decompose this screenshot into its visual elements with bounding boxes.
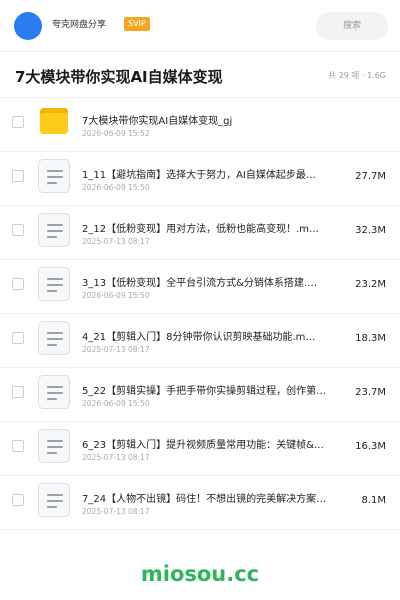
list-item-folder[interactable]: 7大模块带你实现AI自媒体变现_gj 2026-06-09 15:52 [0,98,400,152]
list-item[interactable]: 2_12【低粉变现】用对方法，低粉也能高变现！.m… 2025-07-13 08… [0,206,400,260]
item-count-size: 共 29 项 · 1.6G [328,71,386,80]
row-checkbox[interactable] [12,116,24,128]
file-name: 7_24【人物不出镜】码住！不想出镜的完美解决方案… [82,494,327,505]
file-name: 5_22【剪辑实操】手把手带你实操剪辑过程，创作第… [82,386,327,397]
list-item[interactable]: 4_21【剪辑入门】8分钟带你认识剪映基础功能.m… 2025-07-13 08… [0,314,400,368]
list-item[interactable]: 5_22【剪辑实操】手把手带你实操剪辑过程，创作第… 2026-06-09 15… [0,368,400,422]
file-size: 8.1M [361,495,386,506]
list-item[interactable]: 3_13【低粉变现】全平台引流方式&分销体系搭建.… 2026-06-09 15… [0,260,400,314]
file-date: 2025-07-13 08:17 [82,237,150,246]
watermark-text: miosou.cc [140,562,260,586]
file-name: 1_11【避坑指南】选择大于努力，AI自媒体起步最… [82,170,316,181]
file-size: 16.3M [355,441,386,452]
file-size: 18.3M [355,333,386,344]
page-title: 7大模块带你实现AI自媒体变现 [15,68,223,86]
file-name: 2_12【低粉变现】用对方法，低粉也能高变现！.m… [82,224,320,235]
row-checkbox[interactable] [12,278,24,290]
file-name: 6_23【剪辑入门】提升视频质量常用功能：关键帧&… [82,440,324,451]
file-list: 7大模块带你实现AI自媒体变现_gj 2026-06-09 15:52 1_11… [0,98,400,530]
folder-icon [40,108,68,134]
file-date: 2026-06-09 15:50 [82,291,150,300]
file-date: 2025-07-13 08:17 [82,345,150,354]
header-bar: 夸克网盘分享 SVIP 搜索 [0,0,400,52]
list-item[interactable]: 7_24【人物不出镜】码住！不想出镜的完美解决方案… 2025-07-13 08… [0,476,400,530]
file-name: 4_21【剪辑入门】8分钟带你认识剪映基础功能.m… [82,332,316,343]
file-date: 2025-07-13 08:17 [82,453,150,462]
list-item[interactable]: 6_23【剪辑入门】提升视频质量常用功能：关键帧&… 2025-07-13 08… [0,422,400,476]
document-icon [38,267,70,301]
file-date: 2026-06-09 15:52 [82,129,150,138]
document-icon [38,429,70,463]
list-item[interactable]: 1_11【避坑指南】选择大于努力，AI自媒体起步最… 2026-06-09 15… [0,152,400,206]
row-checkbox[interactable] [12,386,24,398]
document-icon [38,321,70,355]
row-checkbox[interactable] [12,224,24,236]
file-size: 27.7M [355,171,386,182]
row-checkbox[interactable] [12,494,24,506]
document-icon [38,375,70,409]
file-date: 2026-06-09 15:50 [82,399,150,408]
file-size: 32.3M [355,225,386,236]
document-icon [38,213,70,247]
file-size: 23.2M [355,279,386,290]
search-button[interactable]: 搜索 [316,12,388,40]
svip-badge: SVIP [124,17,150,31]
row-checkbox[interactable] [12,332,24,344]
document-icon [38,483,70,517]
row-checkbox[interactable] [12,170,24,182]
document-icon [38,159,70,193]
title-row: 7大模块带你实现AI自媒体变现 共 29 项 · 1.6G [0,52,400,98]
file-date: 2025-07-13 08:17 [82,507,150,516]
file-name: 7大模块带你实现AI自媒体变现_gj [82,116,233,127]
file-date: 2026-06-09 15:50 [82,183,150,192]
avatar[interactable] [14,12,42,40]
file-name: 3_13【低粉变现】全平台引流方式&分销体系搭建.… [82,278,318,289]
row-checkbox[interactable] [12,440,24,452]
file-size: 23.7M [355,387,386,398]
share-name: 夸克网盘分享 [52,20,107,30]
